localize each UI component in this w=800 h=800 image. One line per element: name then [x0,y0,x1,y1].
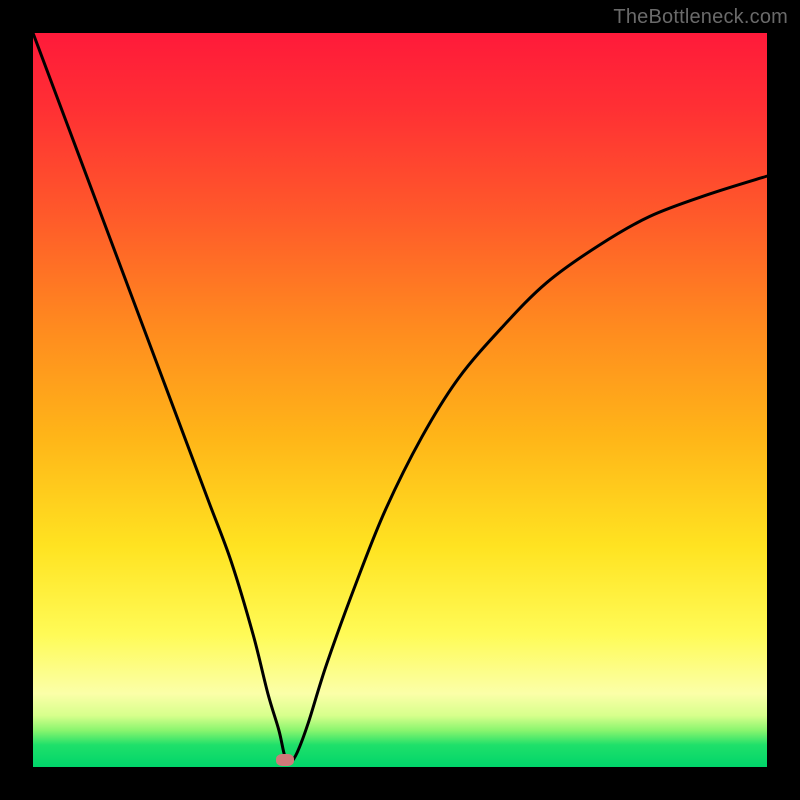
bottleneck-curve [33,33,767,763]
optimum-marker [276,754,294,766]
plot-area [33,33,767,767]
curve-svg [33,33,767,767]
chart-frame: TheBottleneck.com [0,0,800,800]
branding-watermark: TheBottleneck.com [613,6,788,29]
